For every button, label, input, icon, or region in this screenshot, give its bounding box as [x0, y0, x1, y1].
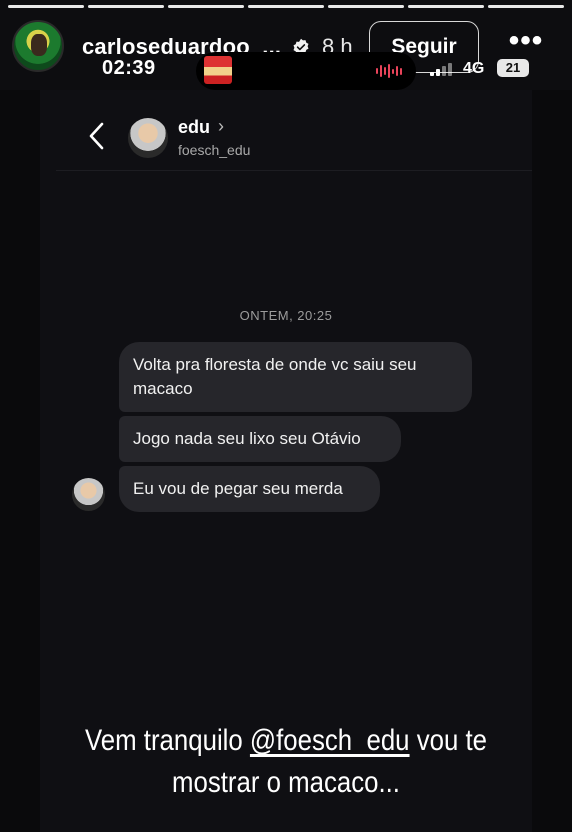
chat-timestamp: ONTEM, 20:25	[239, 308, 333, 323]
contact-name[interactable]: edu	[178, 117, 210, 138]
more-horizontal-icon[interactable]: •••	[506, 26, 546, 56]
audio-waveform-icon	[376, 64, 402, 78]
story-viewer: carloseduardoo_... 8 h Seguir ••• 02:39 …	[0, 0, 572, 832]
caption-prefix: Vem tranquilo	[85, 724, 250, 757]
message-bubble[interactable]: Jogo nada seu lixo seu Otávio	[119, 416, 401, 462]
status-time: 02:39	[102, 57, 156, 79]
message-bubble[interactable]: Eu vou de pegar seu merda	[119, 466, 380, 512]
caption-mention[interactable]: @foesch_edu	[250, 724, 410, 757]
header-divider	[56, 170, 532, 171]
sender-avatar	[72, 478, 105, 511]
dynamic-island	[196, 52, 416, 90]
battery-icon: 21	[497, 59, 529, 77]
back-chevron-icon[interactable]	[84, 120, 110, 152]
chevron-right-icon[interactable]: ›	[218, 116, 224, 137]
contact-avatar[interactable]	[128, 118, 168, 158]
network-type: 4G	[463, 60, 485, 77]
now-playing-artwork-icon	[204, 56, 232, 84]
story-progress-bar	[8, 5, 564, 8]
story-avatar[interactable]	[12, 20, 64, 72]
cellular-signal-icon	[430, 62, 460, 76]
contact-handle: foesch_edu	[178, 142, 251, 158]
story-caption: Vem tranquilo @foesch_edu vou te mostrar…	[40, 720, 532, 804]
message-bubble[interactable]: Volta pra floresta de onde vc saiu seu m…	[119, 342, 472, 412]
